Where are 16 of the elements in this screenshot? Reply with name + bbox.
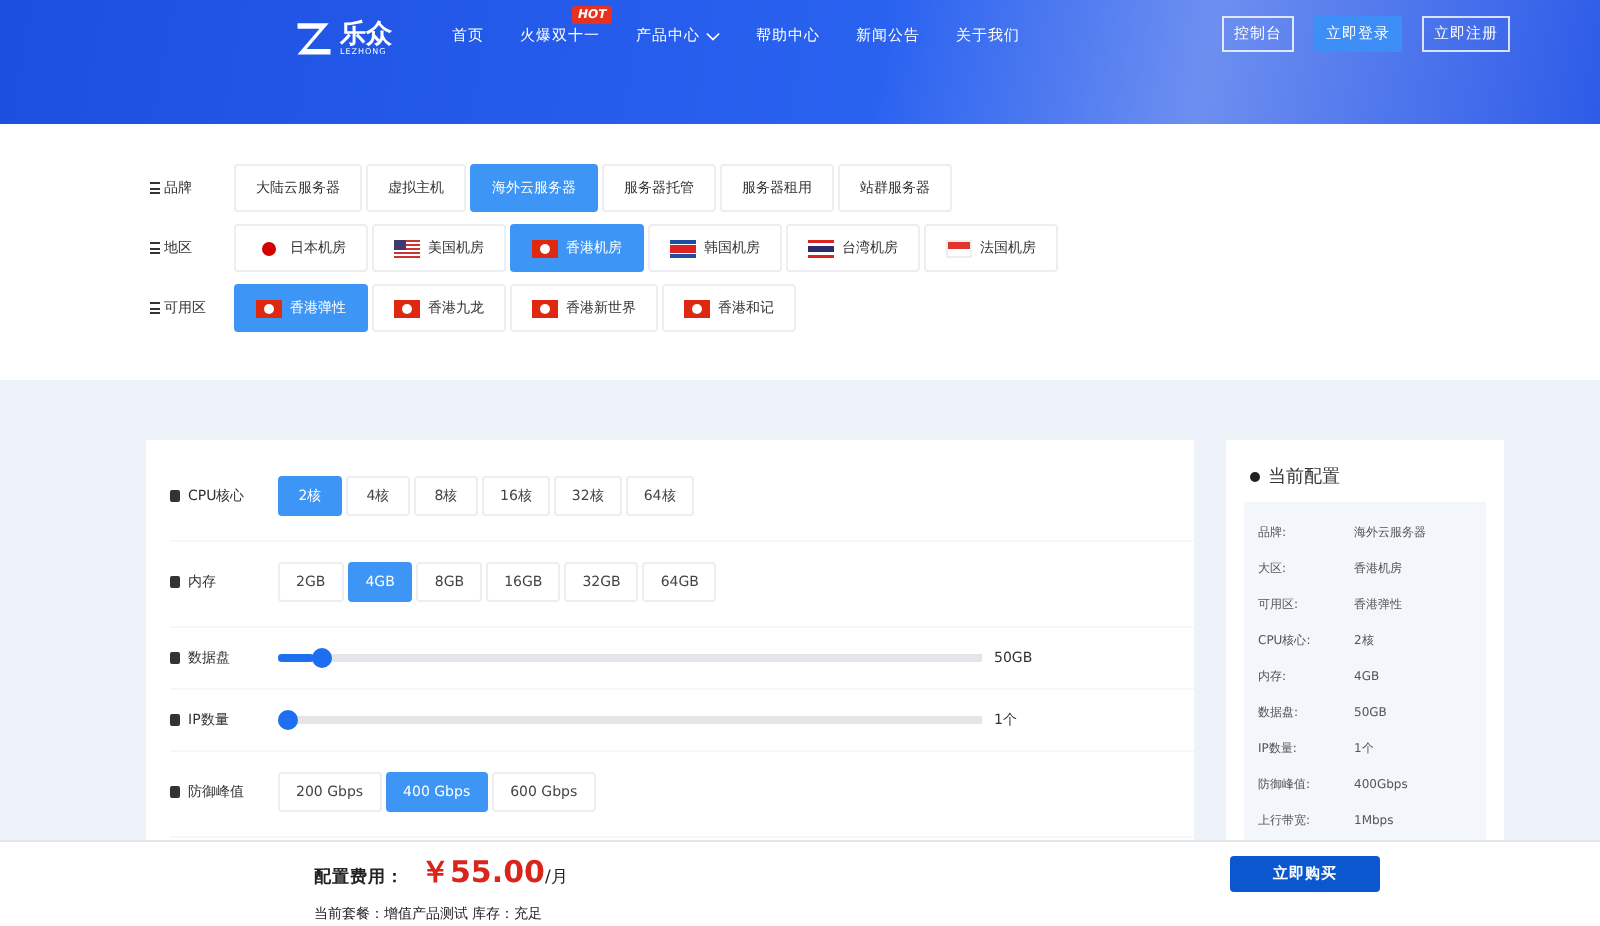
flag-icon xyxy=(670,239,696,257)
flag-icon xyxy=(684,299,710,317)
flag-icon xyxy=(946,239,972,257)
flag-icon xyxy=(256,299,282,317)
flag-icon xyxy=(808,239,834,257)
slider-handle[interactable] xyxy=(278,710,298,730)
flag-icon xyxy=(394,299,420,317)
price-label: 配置费用： xyxy=(314,866,404,890)
slider-handle[interactable] xyxy=(312,648,333,668)
flag-icon xyxy=(532,239,558,257)
price-unit: /月 xyxy=(544,866,569,890)
price: ￥55.00 xyxy=(420,854,545,892)
caret-icon xyxy=(706,31,720,41)
summary-title: 当前配置 xyxy=(1250,464,1486,490)
flag-icon xyxy=(394,239,420,257)
flag-icon xyxy=(532,299,558,317)
